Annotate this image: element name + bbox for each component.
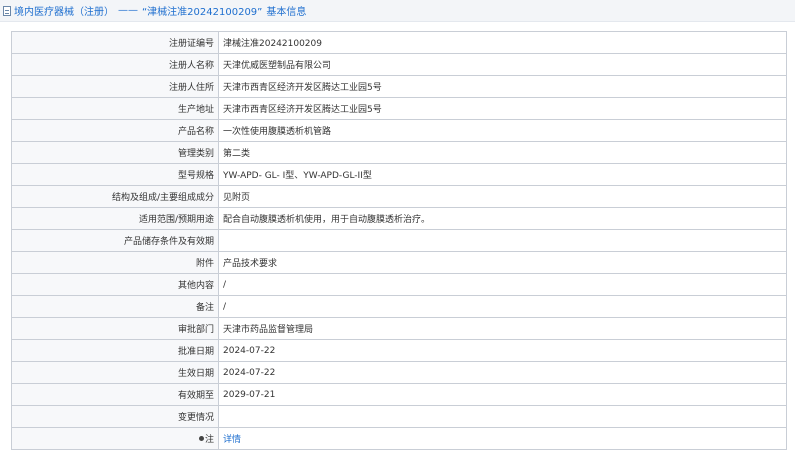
table-row: 变更情况 [11,405,787,428]
row-value: 天津优威医塑制品有限公司 [218,53,787,76]
page-header: 境内医疗器械（注册） —— “津械注准20242100209” 基本信息 [0,0,795,22]
row-value: 天津市西青区经济开发区腾达工业园5号 [218,97,787,120]
row-label: 适用范围/预期用途 [11,207,219,230]
row-value: 2029-07-21 [218,383,787,406]
note-icon [198,436,204,441]
row-label: 生产地址 [11,97,219,120]
row-label: 结构及组成/主要组成成分 [11,185,219,208]
row-label: 其他内容 [11,273,219,296]
table-row: 型号规格 YW-APD- GL- I型、YW-APD-GL-II型 [11,163,787,186]
row-label: 变更情况 [11,405,219,428]
table-row: 注册人名称 天津优威医塑制品有限公司 [11,53,787,76]
table-row: 产品名称 一次性使用腹膜透析机管路 [11,119,787,142]
row-label: 附件 [11,251,219,274]
row-value [218,405,787,428]
table-row: 其他内容 / [11,273,787,296]
note-label: 注 [204,435,214,445]
table-row: 有效期至 2029-07-21 [11,383,787,406]
table-row: 管理类别 第二类 [11,141,787,164]
row-value: 天津市药品监督管理局 [218,317,787,340]
row-label: 注册人名称 [11,53,219,76]
row-label: 注册证编号 [11,31,219,54]
row-value: 2024-07-22 [218,361,787,384]
table-row: 注册人住所 天津市西青区经济开发区腾达工业园5号 [11,75,787,98]
table-row: 产品储存条件及有效期 [11,229,787,252]
row-label: 管理类别 [11,141,219,164]
table-row: 附件 产品技术要求 [11,251,787,274]
header-category: 境内医疗器械（注册） [14,7,114,18]
header-section-title: 基本信息 [266,7,307,18]
row-label: 审批部门 [11,317,219,340]
row-value: 津械注准20242100209 [218,31,787,54]
table-row: 生产地址 天津市西青区经济开发区腾达工业园5号 [11,97,787,120]
document-icon [3,5,11,16]
row-value: 见附页 [218,185,787,208]
table-row: 注册证编号 津械注准20242100209 [11,31,787,54]
table-row: 结构及组成/主要组成成分 见附页 [11,185,787,208]
row-value: 2024-07-22 [218,339,787,362]
header-separator: —— [118,5,138,16]
row-value: 一次性使用腹膜透析机管路 [218,119,787,142]
row-label: 生效日期 [11,361,219,384]
details-link[interactable]: 详情 [223,435,241,445]
row-value: 配合自动腹膜透析机使用，用于自动腹膜透析治疗。 [218,207,787,230]
table-row: 批准日期 2024-07-22 [11,339,787,362]
row-label: 批准日期 [11,339,219,362]
table-row: 备注 / [11,295,787,318]
row-value: 产品技术要求 [218,251,787,274]
row-label: 有效期至 [11,383,219,406]
row-value: / [218,273,787,296]
table-row-note: 注 详情 [11,427,787,450]
row-label: 型号规格 [11,163,219,186]
row-label: 注册人住所 [11,75,219,98]
note-label-cell: 注 [11,427,219,450]
row-value [218,229,787,252]
row-label: 备注 [11,295,219,318]
table-row: 适用范围/预期用途 配合自动腹膜透析机使用，用于自动腹膜透析治疗。 [11,207,787,230]
basic-info-table: 注册证编号 津械注准20242100209 注册人名称 天津优威医塑制品有限公司… [11,31,787,450]
row-value: 第二类 [218,141,787,164]
row-label: 产品储存条件及有效期 [11,229,219,252]
header-record-title: “津械注准20242100209” [142,7,263,18]
row-value: 天津市西青区经济开发区腾达工业园5号 [218,75,787,98]
note-value-cell: 详情 [218,427,787,450]
row-value: / [218,295,787,318]
table-row: 生效日期 2024-07-22 [11,361,787,384]
table-row: 审批部门 天津市药品监督管理局 [11,317,787,340]
row-label: 产品名称 [11,119,219,142]
row-value: YW-APD- GL- I型、YW-APD-GL-II型 [218,163,787,186]
